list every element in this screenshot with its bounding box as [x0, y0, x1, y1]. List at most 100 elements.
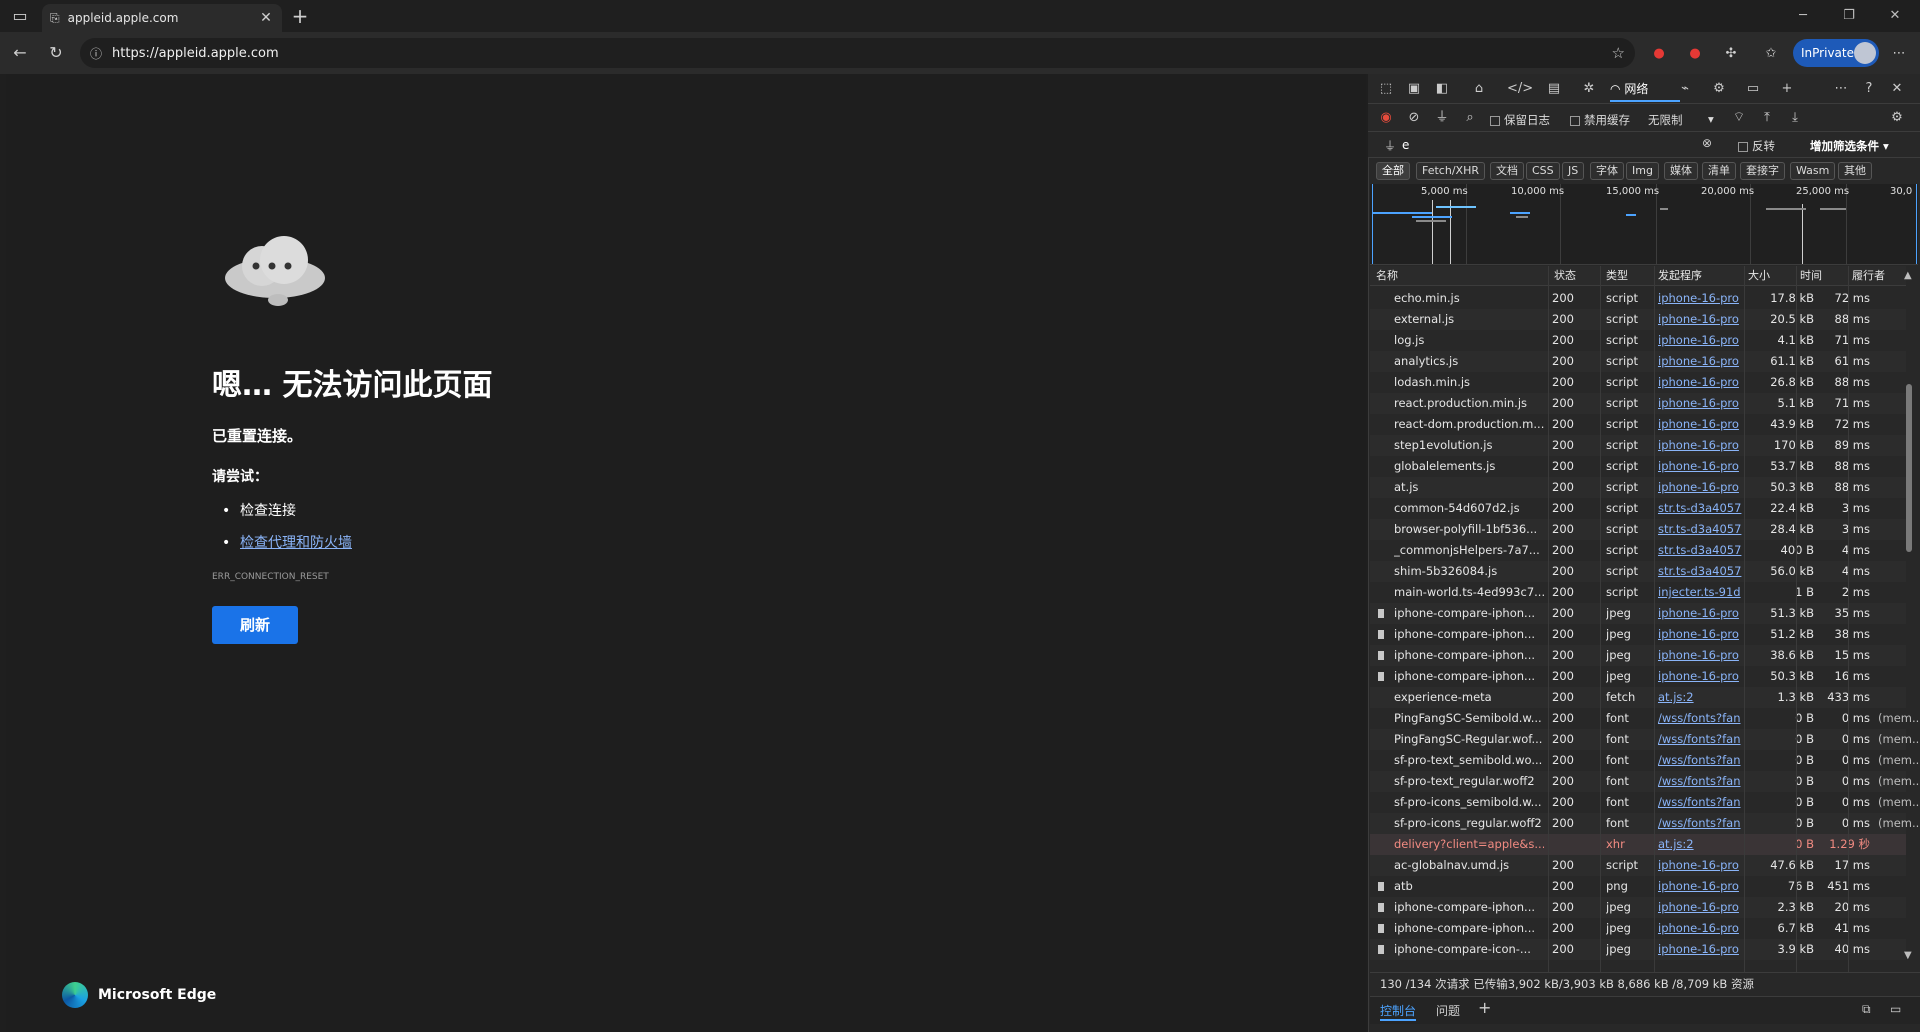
- request-initiator[interactable]: at.js:2: [1658, 834, 1742, 855]
- device-icon[interactable]: ▣: [1403, 78, 1425, 100]
- request-initiator[interactable]: iphone-16-pro: [1658, 456, 1742, 477]
- column-initiator[interactable]: 发起程序: [1658, 266, 1702, 286]
- request-initiator[interactable]: injecter.ts-91d: [1658, 582, 1742, 603]
- filter-type-img[interactable]: Img: [1626, 162, 1659, 180]
- application-icon[interactable]: ▭: [1742, 78, 1764, 100]
- column-time[interactable]: 时间: [1800, 266, 1822, 286]
- scroll-down-icon[interactable]: ▼: [1904, 950, 1912, 961]
- inspect-icon[interactable]: ⬚: [1375, 78, 1397, 100]
- address-bar[interactable]: ⓘ https://appleid.apple.com ☆: [80, 38, 1635, 68]
- request-initiator[interactable]: iphone-16-pro: [1658, 477, 1742, 498]
- table-row[interactable]: iphone-compare-iphon... 200 jpeg iphone-16-…: [1370, 603, 1906, 624]
- request-initiator[interactable]: /wss/fonts?fan: [1658, 729, 1742, 750]
- add-drawer-tab-icon[interactable]: +: [1478, 998, 1491, 1017]
- console-icon[interactable]: ▤: [1543, 78, 1565, 100]
- restore-icon[interactable]: ❐: [1826, 0, 1872, 32]
- table-row[interactable]: step1evolution.js 200 script iphone-16-pro 1…: [1370, 435, 1906, 456]
- request-initiator[interactable]: at.js:2: [1658, 687, 1742, 708]
- ublock-extension-icon[interactable]: ●: [1646, 41, 1672, 67]
- table-row[interactable]: echo.min.js 200 script iphone-16-pro 17.8 kB…: [1370, 288, 1906, 309]
- filter-type-socket[interactable]: 套接字: [1740, 162, 1785, 180]
- drawer-tab-issues[interactable]: 问题: [1436, 1002, 1460, 1019]
- help-icon[interactable]: ?: [1858, 78, 1880, 100]
- refresh-button[interactable]: 刷新: [212, 606, 298, 644]
- minimize-icon[interactable]: ─: [1780, 0, 1826, 32]
- site-info-icon[interactable]: ⓘ: [90, 45, 102, 62]
- request-initiator[interactable]: /wss/fonts?fan: [1658, 813, 1742, 834]
- disable-cache-checkbox[interactable]: 禁用缓存: [1570, 112, 1630, 128]
- request-initiator[interactable]: str.ts-d3a4057: [1658, 540, 1742, 561]
- close-tab-icon[interactable]: ✕: [258, 10, 274, 26]
- request-initiator[interactable]: iphone-16-pro: [1658, 309, 1742, 330]
- invert-checkbox[interactable]: 反转: [1738, 138, 1775, 154]
- table-row[interactable]: main-world.ts-4ed993c7... 200 script inject…: [1370, 582, 1906, 603]
- request-initiator[interactable]: iphone-16-pro: [1658, 624, 1742, 645]
- table-row[interactable]: external.js 200 script iphone-16-pro 20.5 kB…: [1370, 309, 1906, 330]
- search-icon[interactable]: ⌕: [1459, 107, 1481, 129]
- more-options-icon[interactable]: ⋯: [1830, 78, 1852, 100]
- throttle-select[interactable]: 无限制 ▾: [1648, 112, 1718, 128]
- request-initiator[interactable]: str.ts-d3a4057: [1658, 498, 1742, 519]
- table-row[interactable]: atb 200 png iphone-16-pro 76 B 451 ms: [1370, 876, 1906, 897]
- request-initiator[interactable]: iphone-16-pro: [1658, 876, 1742, 897]
- table-row[interactable]: lodash.min.js 200 script iphone-16-pro 26.8 …: [1370, 372, 1906, 393]
- welcome-home-icon[interactable]: ⌂: [1468, 78, 1490, 100]
- request-initiator[interactable]: iphone-16-pro: [1658, 330, 1742, 351]
- table-row[interactable]: delivery?client=apple&s... xhr at.js:2 0 B 1…: [1370, 834, 1906, 855]
- column-status[interactable]: 状态: [1554, 266, 1576, 286]
- dock-icon[interactable]: ◧: [1431, 78, 1453, 100]
- column-size[interactable]: 大小: [1748, 266, 1770, 286]
- preserve-log-checkbox[interactable]: 保留日志: [1490, 112, 1550, 128]
- request-initiator[interactable]: /wss/fonts?fan: [1658, 708, 1742, 729]
- check-proxy-firewall-link[interactable]: 检查代理和防火墙: [240, 535, 352, 551]
- close-window-icon[interactable]: ✕: [1872, 0, 1918, 32]
- table-row[interactable]: _commonjsHelpers-7a7... 200 script str.ts-d…: [1370, 540, 1906, 561]
- close-devtools-icon[interactable]: ✕: [1886, 78, 1908, 100]
- column-type[interactable]: 类型: [1606, 266, 1628, 286]
- request-initiator[interactable]: iphone-16-pro: [1658, 372, 1742, 393]
- table-row[interactable]: iphone-compare-iphon... 200 jpeg iphone-16-…: [1370, 897, 1906, 918]
- filter-type-js[interactable]: JS: [1562, 162, 1585, 180]
- table-row[interactable]: log.js 200 script iphone-16-pro 4.1 kB 71 ms: [1370, 330, 1906, 351]
- network-conditions-icon[interactable]: ⌔: [1728, 107, 1750, 129]
- request-initiator[interactable]: iphone-16-pro: [1658, 435, 1742, 456]
- settings-gear-icon[interactable]: ⚙: [1708, 78, 1730, 100]
- table-row[interactable]: sf-pro-text_semibold.wo... 200 font/wss/fo…: [1370, 750, 1920, 771]
- table-row[interactable]: shim-5b326084.js 200 script str.ts-d3a4057 5…: [1370, 561, 1906, 582]
- table-row[interactable]: analytics.js 200 script iphone-16-pro 61.1 k…: [1370, 351, 1906, 372]
- filter-type-all[interactable]: 全部: [1376, 162, 1410, 180]
- table-row[interactable]: iphone-compare-iphon... 200 jpeg iphone-16-…: [1370, 645, 1906, 666]
- table-row[interactable]: sf-pro-text_regular.woff2 200 font/wss/fon…: [1370, 771, 1920, 792]
- performance-icon[interactable]: ⌁: [1674, 78, 1696, 100]
- drawer-tab-console[interactable]: 控制台: [1380, 1002, 1417, 1021]
- table-row[interactable]: globalelements.js 200 script iphone-16-pro 5…: [1370, 456, 1906, 477]
- request-initiator[interactable]: /wss/fonts?fan: [1658, 792, 1742, 813]
- back-icon[interactable]: ←: [6, 39, 34, 67]
- table-row[interactable]: at.js 200 script iphone-16-pro 50.3 kB 88 ms: [1370, 477, 1906, 498]
- import-har-icon[interactable]: ⤒: [1756, 107, 1778, 129]
- column-name[interactable]: 名称: [1376, 266, 1398, 286]
- table-row[interactable]: browser-polyfill-1bf536... 200 script str.t…: [1370, 519, 1906, 540]
- more-filters-dropdown[interactable]: 增加筛选条件 ▾: [1810, 138, 1889, 154]
- table-row[interactable]: iphone-compare-icon-... 200 jpeg iphone-16-…: [1370, 939, 1906, 960]
- filter-input[interactable]: e: [1402, 135, 1712, 155]
- sources-bug-icon[interactable]: ✲: [1578, 78, 1600, 100]
- request-initiator[interactable]: iphone-16-pro: [1658, 918, 1742, 939]
- inprivate-badge[interactable]: InPrivate: [1793, 39, 1879, 67]
- clear-filter-icon[interactable]: ⊗: [1702, 136, 1712, 150]
- scroll-up-icon[interactable]: ▲: [1904, 270, 1912, 281]
- table-row[interactable]: iphone-compare-iphon... 200 jpeg iphone-16-…: [1370, 624, 1906, 645]
- table-row[interactable]: sf-pro-icons_semibold.w... 200 font/wss/fo…: [1370, 792, 1920, 813]
- request-initiator[interactable]: iphone-16-pro: [1658, 855, 1742, 876]
- tab-actions-icon[interactable]: ▭: [6, 2, 34, 30]
- request-initiator[interactable]: str.ts-d3a4057: [1658, 561, 1742, 582]
- browser-tab[interactable]: ⎘ appleid.apple.com ✕: [42, 4, 282, 32]
- scrollbar-thumb[interactable]: [1906, 384, 1912, 552]
- request-initiator[interactable]: /wss/fonts?fan: [1658, 750, 1742, 771]
- settings-more-icon[interactable]: ⋯: [1886, 41, 1912, 67]
- close-drawer-icon[interactable]: ▭: [1890, 1002, 1901, 1016]
- table-row[interactable]: iphone-compare-iphon... 200 jpeg iphone-16-…: [1370, 666, 1906, 687]
- table-row[interactable]: ac-globalnav.umd.js 200 script iphone-16-pr…: [1370, 855, 1906, 876]
- request-initiator[interactable]: iphone-16-pro: [1658, 645, 1742, 666]
- request-initiator[interactable]: /wss/fonts?fan: [1658, 771, 1742, 792]
